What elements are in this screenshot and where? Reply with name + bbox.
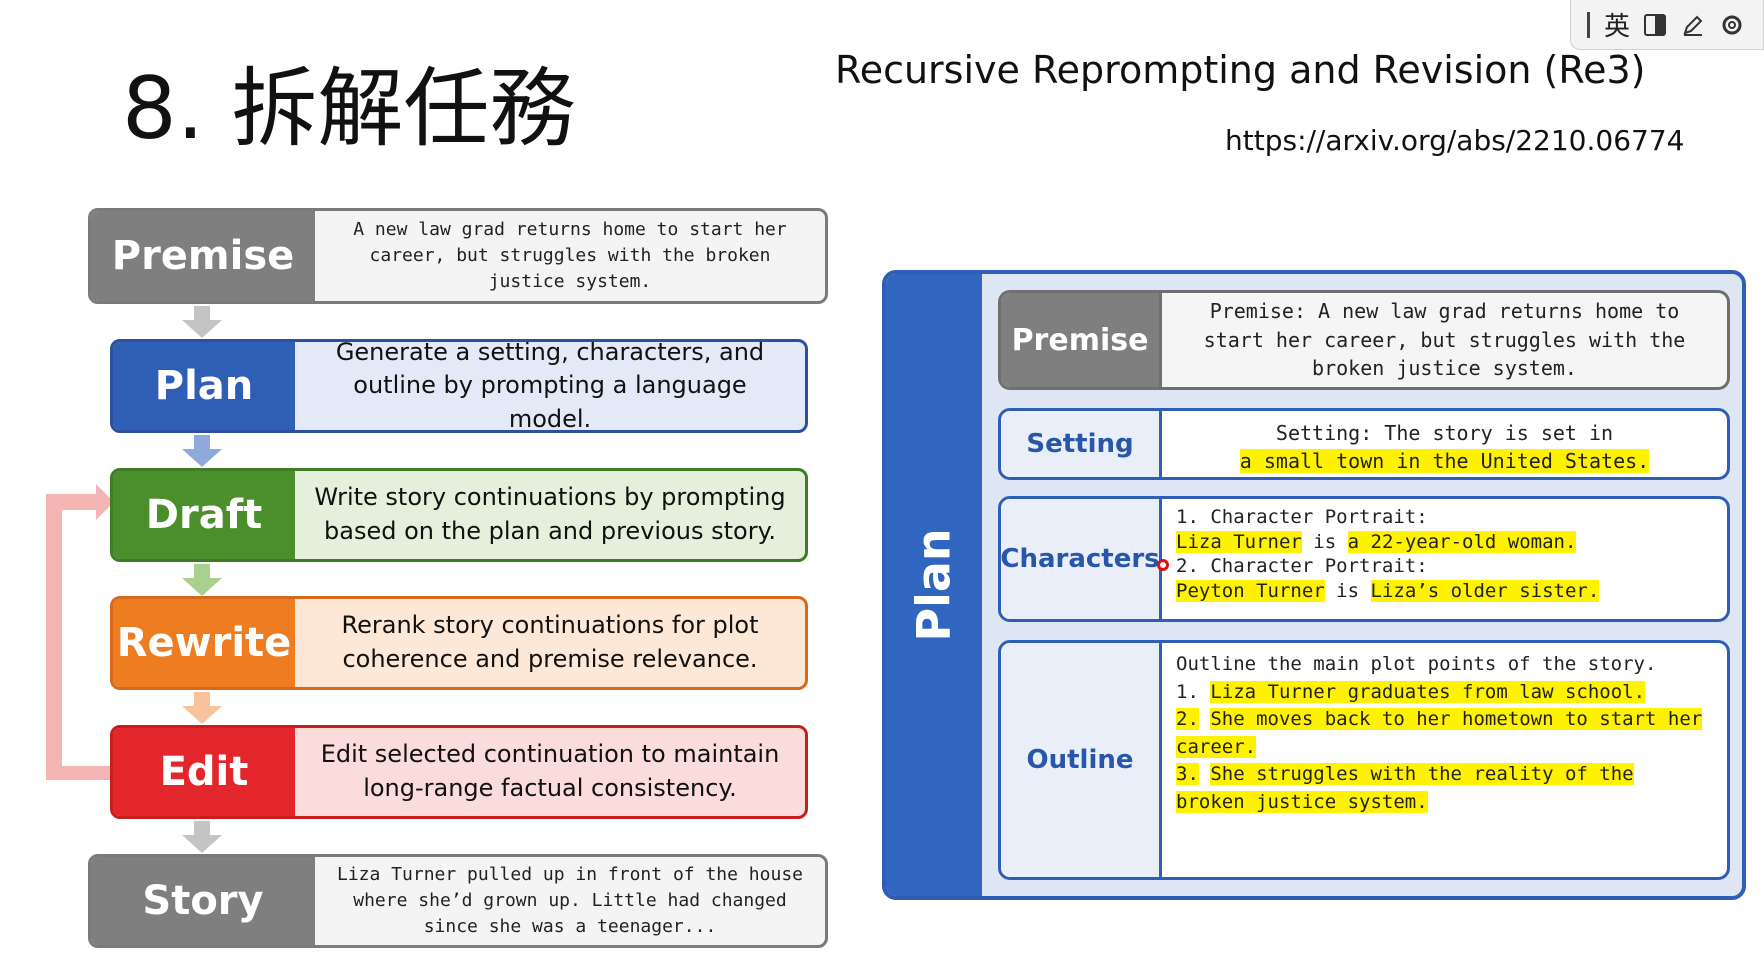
setting-prefix: Setting: The story is set in <box>1275 421 1614 445</box>
stage-description: Generate a setting, characters, and outl… <box>335 339 765 433</box>
stage-label: Draft <box>113 471 295 559</box>
pen-icon[interactable] <box>1680 12 1706 38</box>
outline-text: Outline the main plot points of the stor… <box>1162 643 1727 877</box>
gear-icon[interactable] <box>1720 12 1744 38</box>
stage-label: Plan <box>113 342 295 430</box>
stage-edit: Edit Edit selected continuation to maint… <box>110 725 808 819</box>
laser-pointer-icon <box>1157 559 1169 571</box>
paper-url[interactable]: https://arxiv.org/abs/2210.06774 <box>1225 124 1684 157</box>
half-width-icon[interactable] <box>1644 13 1667 36</box>
plan-vertical-label: Plan <box>907 528 961 642</box>
plan-characters-card: Characters 1. Character Portrait: Liza T… <box>998 496 1730 622</box>
character-desc: a 22-year-old woman. <box>1347 530 1577 553</box>
outline-number: 2. <box>1176 708 1199 731</box>
plan-premise-card: Premise Premise: A new law grad returns … <box>998 290 1730 390</box>
stage-label: Edit <box>113 728 295 816</box>
card-label: Characters <box>1001 499 1162 619</box>
feedback-loop-arrow <box>46 484 114 780</box>
outline-point: 2. She moves back to her hometown to sta… <box>1176 706 1713 761</box>
stage-premise: Premise A new law grad returns home to s… <box>88 208 828 304</box>
character-heading: 2. Character Portrait: <box>1176 555 1428 578</box>
paper-title: Recursive Reprompting and Revision (Re3) <box>835 48 1646 92</box>
arrow-premise-plan-icon <box>182 306 222 338</box>
arrow-rewrite-edit-icon <box>182 692 222 724</box>
stage-description: Liza Turner pulled up in front of the ho… <box>337 863 803 938</box>
card-label: Setting <box>1001 411 1162 477</box>
stage-label: Rewrite <box>113 599 295 687</box>
stage-story: Story Liza Turner pulled up in front of … <box>88 854 828 948</box>
setting-text: Setting: The story is set in a small tow… <box>1162 411 1727 477</box>
slide-title: 8. 拆解任務 <box>122 59 576 159</box>
outline-intro: Outline the main plot points of the stor… <box>1176 653 1657 675</box>
arrow-draft-rewrite-icon <box>182 564 222 596</box>
premise-text: Premise: A new law grad returns home to … <box>1203 299 1686 381</box>
stage-description: Rerank story continuations for plot cohe… <box>341 611 759 673</box>
characters-text: 1. Character Portrait: Liza Turner is a … <box>1162 499 1727 619</box>
outline-number: 1. <box>1176 680 1199 703</box>
outline-point-text: She moves back to her hometown to start … <box>1176 708 1703 758</box>
character-desc: Liza’s older sister. <box>1370 580 1600 603</box>
card-label: Premise <box>1001 293 1162 387</box>
stage-description: Edit selected continuation to maintain l… <box>320 740 780 802</box>
plan-sidebar-label: Plan <box>886 274 982 896</box>
stage-label: Story <box>91 857 315 945</box>
plan-outline-card: Outline Outline the main plot points of … <box>998 640 1730 880</box>
ime-toolbar: 英 <box>1570 0 1764 50</box>
stage-description: Write story continuations by prompting b… <box>314 483 786 545</box>
stage-description: A new law grad returns home to start her… <box>353 218 787 293</box>
setting-highlight: a small town in the United States. <box>1239 449 1650 474</box>
outline-point-text: She struggles with the reality of the br… <box>1176 763 1634 813</box>
character-is: is <box>1336 580 1360 603</box>
stage-plan: Plan Generate a setting, characters, and… <box>110 339 808 433</box>
card-label: Outline <box>1001 643 1162 877</box>
arrow-plan-draft-icon <box>182 435 222 467</box>
stage-draft: Draft Write story continuations by promp… <box>110 468 808 562</box>
character-name: Peyton Turner <box>1176 580 1325 603</box>
stage-rewrite: Rewrite Rerank story continuations for p… <box>110 596 808 690</box>
arrow-edit-story-icon <box>182 821 222 853</box>
outline-point-text: Liza Turner graduates from law school. <box>1210 680 1646 703</box>
outline-number: 3. <box>1176 763 1199 786</box>
character-name: Liza Turner <box>1176 530 1302 553</box>
ime-language-toggle[interactable]: 英 <box>1604 6 1630 43</box>
character-heading: 1. Character Portrait: <box>1176 506 1428 528</box>
outline-point: 3. She struggles with the reality of the… <box>1176 761 1713 816</box>
plan-setting-card: Setting Setting: The story is set in a s… <box>998 408 1730 480</box>
character-is: is <box>1313 530 1337 553</box>
toolbar-separator-icon <box>1587 11 1590 38</box>
stage-label: Premise <box>91 211 315 301</box>
outline-point: 1. Liza Turner graduates from law school… <box>1176 679 1713 707</box>
